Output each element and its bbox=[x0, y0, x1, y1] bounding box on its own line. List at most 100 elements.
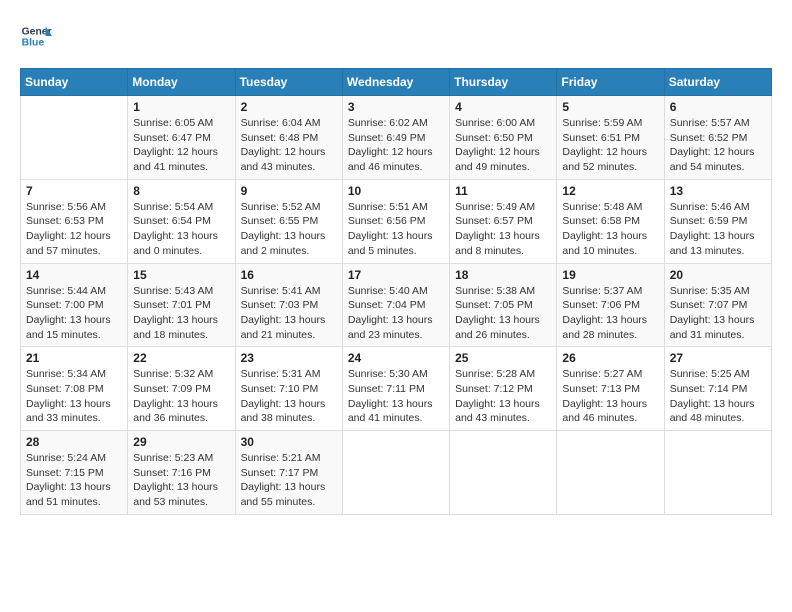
calendar-cell: 1 Sunrise: 6:05 AM Sunset: 6:47 PM Daylig… bbox=[128, 96, 235, 180]
day-number: 22 bbox=[133, 351, 229, 365]
day-info: Sunrise: 5:59 AM Sunset: 6:51 PM Dayligh… bbox=[562, 116, 658, 175]
day-number: 7 bbox=[26, 184, 122, 198]
weekday-header: Wednesday bbox=[342, 69, 449, 96]
day-info: Sunrise: 6:05 AM Sunset: 6:47 PM Dayligh… bbox=[133, 116, 229, 175]
weekday-header: Monday bbox=[128, 69, 235, 96]
day-info: Sunrise: 5:21 AM Sunset: 7:17 PM Dayligh… bbox=[241, 451, 337, 510]
day-info: Sunrise: 5:32 AM Sunset: 7:09 PM Dayligh… bbox=[133, 367, 229, 426]
day-info: Sunrise: 6:00 AM Sunset: 6:50 PM Dayligh… bbox=[455, 116, 551, 175]
day-number: 10 bbox=[348, 184, 444, 198]
logo-icon: General Blue bbox=[20, 20, 52, 52]
day-number: 12 bbox=[562, 184, 658, 198]
day-info: Sunrise: 5:52 AM Sunset: 6:55 PM Dayligh… bbox=[241, 200, 337, 259]
calendar-cell: 21 Sunrise: 5:34 AM Sunset: 7:08 PM Dayli… bbox=[21, 347, 128, 431]
calendar-cell: 14 Sunrise: 5:44 AM Sunset: 7:00 PM Dayli… bbox=[21, 263, 128, 347]
calendar-cell: 6 Sunrise: 5:57 AM Sunset: 6:52 PM Daylig… bbox=[664, 96, 771, 180]
calendar-cell bbox=[557, 431, 664, 515]
day-info: Sunrise: 6:02 AM Sunset: 6:49 PM Dayligh… bbox=[348, 116, 444, 175]
calendar-cell: 18 Sunrise: 5:38 AM Sunset: 7:05 PM Dayli… bbox=[450, 263, 557, 347]
day-number: 3 bbox=[348, 100, 444, 114]
day-number: 27 bbox=[670, 351, 766, 365]
day-number: 6 bbox=[670, 100, 766, 114]
day-number: 26 bbox=[562, 351, 658, 365]
calendar-cell: 22 Sunrise: 5:32 AM Sunset: 7:09 PM Dayli… bbox=[128, 347, 235, 431]
calendar-cell: 3 Sunrise: 6:02 AM Sunset: 6:49 PM Daylig… bbox=[342, 96, 449, 180]
day-info: Sunrise: 5:35 AM Sunset: 7:07 PM Dayligh… bbox=[670, 284, 766, 343]
day-number: 11 bbox=[455, 184, 551, 198]
day-number: 17 bbox=[348, 268, 444, 282]
calendar-cell: 5 Sunrise: 5:59 AM Sunset: 6:51 PM Daylig… bbox=[557, 96, 664, 180]
calendar-cell: 26 Sunrise: 5:27 AM Sunset: 7:13 PM Dayli… bbox=[557, 347, 664, 431]
weekday-header: Thursday bbox=[450, 69, 557, 96]
weekday-header: Friday bbox=[557, 69, 664, 96]
day-number: 4 bbox=[455, 100, 551, 114]
day-number: 19 bbox=[562, 268, 658, 282]
day-info: Sunrise: 5:31 AM Sunset: 7:10 PM Dayligh… bbox=[241, 367, 337, 426]
weekday-header: Tuesday bbox=[235, 69, 342, 96]
day-info: Sunrise: 5:34 AM Sunset: 7:08 PM Dayligh… bbox=[26, 367, 122, 426]
calendar-cell bbox=[21, 96, 128, 180]
svg-text:Blue: Blue bbox=[22, 38, 45, 49]
day-number: 29 bbox=[133, 435, 229, 449]
calendar-cell: 16 Sunrise: 5:41 AM Sunset: 7:03 PM Dayli… bbox=[235, 263, 342, 347]
calendar-cell: 8 Sunrise: 5:54 AM Sunset: 6:54 PM Daylig… bbox=[128, 179, 235, 263]
calendar-cell: 15 Sunrise: 5:43 AM Sunset: 7:01 PM Dayli… bbox=[128, 263, 235, 347]
calendar-cell: 11Sunrise: 5:49 AM Sunset: 6:57 PM Dayli… bbox=[450, 179, 557, 263]
day-info: Sunrise: 5:43 AM Sunset: 7:01 PM Dayligh… bbox=[133, 284, 229, 343]
day-number: 28 bbox=[26, 435, 122, 449]
calendar-cell bbox=[450, 431, 557, 515]
day-info: Sunrise: 6:04 AM Sunset: 6:48 PM Dayligh… bbox=[241, 116, 337, 175]
day-info: Sunrise: 5:51 AM Sunset: 6:56 PM Dayligh… bbox=[348, 200, 444, 259]
day-info: Sunrise: 5:27 AM Sunset: 7:13 PM Dayligh… bbox=[562, 367, 658, 426]
page-header: General Blue bbox=[20, 20, 772, 52]
calendar-cell: 4 Sunrise: 6:00 AM Sunset: 6:50 PM Daylig… bbox=[450, 96, 557, 180]
calendar-cell: 24 Sunrise: 5:30 AM Sunset: 7:11 PM Dayli… bbox=[342, 347, 449, 431]
calendar-cell: 13 Sunrise: 5:46 AM Sunset: 6:59 PM Dayli… bbox=[664, 179, 771, 263]
calendar-cell: 20 Sunrise: 5:35 AM Sunset: 7:07 PM Dayli… bbox=[664, 263, 771, 347]
calendar-cell bbox=[342, 431, 449, 515]
day-number: 18 bbox=[455, 268, 551, 282]
day-info: Sunrise: 5:24 AM Sunset: 7:15 PM Dayligh… bbox=[26, 451, 122, 510]
day-info: Sunrise: 5:41 AM Sunset: 7:03 PM Dayligh… bbox=[241, 284, 337, 343]
day-info: Sunrise: 5:56 AM Sunset: 6:53 PM Dayligh… bbox=[26, 200, 122, 259]
day-info: Sunrise: 5:37 AM Sunset: 7:06 PM Dayligh… bbox=[562, 284, 658, 343]
day-info: Sunrise: 5:48 AM Sunset: 6:58 PM Dayligh… bbox=[562, 200, 658, 259]
calendar-header: SundayMondayTuesdayWednesdayThursdayFrid… bbox=[21, 69, 772, 96]
day-number: 16 bbox=[241, 268, 337, 282]
day-number: 21 bbox=[26, 351, 122, 365]
day-number: 15 bbox=[133, 268, 229, 282]
calendar-table: SundayMondayTuesdayWednesdayThursdayFrid… bbox=[20, 68, 772, 515]
day-info: Sunrise: 5:28 AM Sunset: 7:12 PM Dayligh… bbox=[455, 367, 551, 426]
day-number: 20 bbox=[670, 268, 766, 282]
weekday-header: Sunday bbox=[21, 69, 128, 96]
day-number: 9 bbox=[241, 184, 337, 198]
day-number: 1 bbox=[133, 100, 229, 114]
day-info: Sunrise: 5:57 AM Sunset: 6:52 PM Dayligh… bbox=[670, 116, 766, 175]
day-number: 14 bbox=[26, 268, 122, 282]
day-info: Sunrise: 5:44 AM Sunset: 7:00 PM Dayligh… bbox=[26, 284, 122, 343]
day-info: Sunrise: 5:54 AM Sunset: 6:54 PM Dayligh… bbox=[133, 200, 229, 259]
weekday-header: Saturday bbox=[664, 69, 771, 96]
calendar-cell: 27 Sunrise: 5:25 AM Sunset: 7:14 PM Dayli… bbox=[664, 347, 771, 431]
calendar-cell bbox=[664, 431, 771, 515]
day-info: Sunrise: 5:30 AM Sunset: 7:11 PM Dayligh… bbox=[348, 367, 444, 426]
day-number: 8 bbox=[133, 184, 229, 198]
day-number: 13 bbox=[670, 184, 766, 198]
day-number: 2 bbox=[241, 100, 337, 114]
calendar-cell: 12 Sunrise: 5:48 AM Sunset: 6:58 PM Dayli… bbox=[557, 179, 664, 263]
day-number: 30 bbox=[241, 435, 337, 449]
day-number: 5 bbox=[562, 100, 658, 114]
day-info: Sunrise: 5:25 AM Sunset: 7:14 PM Dayligh… bbox=[670, 367, 766, 426]
day-info: Sunrise: 5:38 AM Sunset: 7:05 PM Dayligh… bbox=[455, 284, 551, 343]
calendar-cell: 29Sunrise: 5:23 AM Sunset: 7:16 PM Dayli… bbox=[128, 431, 235, 515]
day-number: 23 bbox=[241, 351, 337, 365]
calendar-cell: 23 Sunrise: 5:31 AM Sunset: 7:10 PM Dayli… bbox=[235, 347, 342, 431]
day-number: 24 bbox=[348, 351, 444, 365]
logo: General Blue bbox=[20, 20, 56, 52]
calendar-cell: 28 Sunrise: 5:24 AM Sunset: 7:15 PM Dayli… bbox=[21, 431, 128, 515]
calendar-cell: 19 Sunrise: 5:37 AM Sunset: 7:06 PM Dayli… bbox=[557, 263, 664, 347]
day-number: 25 bbox=[455, 351, 551, 365]
calendar-cell: 7 Sunrise: 5:56 AM Sunset: 6:53 PM Daylig… bbox=[21, 179, 128, 263]
day-info: Sunrise: 5:46 AM Sunset: 6:59 PM Dayligh… bbox=[670, 200, 766, 259]
day-info: Sunrise: 5:40 AM Sunset: 7:04 PM Dayligh… bbox=[348, 284, 444, 343]
